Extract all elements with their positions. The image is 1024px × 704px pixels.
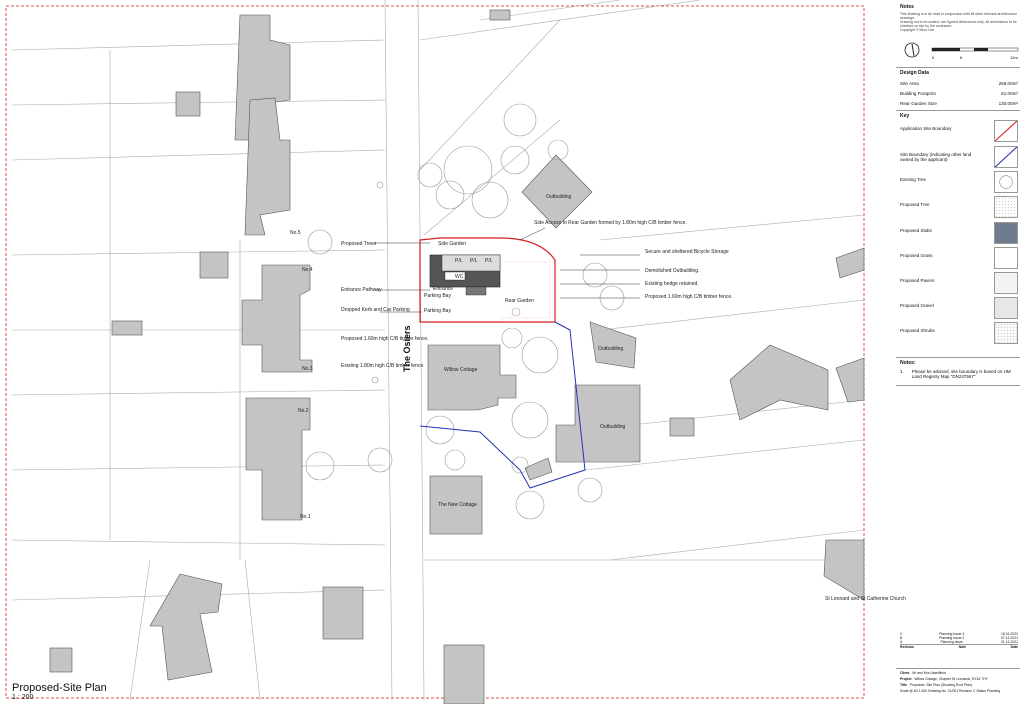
note-1: 1. Please be advised, site boundary is ba… xyxy=(900,369,1011,379)
key-other-land-boundary: Site Boundary (indicating other land own… xyxy=(900,146,1020,168)
scale-bar-12: 12m xyxy=(1010,55,1018,60)
design-data-site-area: Site Area 266.00m² xyxy=(900,81,1018,86)
general-note-2: Drawing not to be scaled; use figured di… xyxy=(900,20,1017,28)
note-proposed-trees: Proposed Trees xyxy=(341,241,377,247)
revision-header: Revision Note Date xyxy=(900,644,1018,649)
title-block: Notes This drawing is to be read in conj… xyxy=(896,0,1024,704)
scale-bar-0: 0 xyxy=(932,55,935,60)
slabs-swatch xyxy=(994,222,1018,244)
gravel-swatch xyxy=(994,297,1018,319)
hatched-garden xyxy=(500,261,551,319)
label-side-garden: Side Garden xyxy=(438,241,466,247)
proposed-tree-swatch xyxy=(994,196,1018,218)
site-plan-drawing: P/L P/L P/L WC No.5 No.4 No.3 No.2 No.1 … xyxy=(5,0,906,704)
note-proposed-fence-left: Proposed 1.60m high C/B timber fence. xyxy=(341,336,429,342)
key-proposed-shrubs: Proposed Shrubs xyxy=(900,322,1020,344)
label-no5: No.5 xyxy=(290,230,301,236)
key-proposed-slabs: Proposed Slabs xyxy=(900,222,1020,244)
label-willow-cottage: Willow Cottage xyxy=(444,367,478,373)
wc-label: WC xyxy=(455,274,464,280)
label-parking-bay-1: Parking Bay xyxy=(424,293,451,299)
note-entrance-pathway: Entrance Pathway xyxy=(341,287,382,293)
label-church: St Leonard and St Catherine Church xyxy=(825,596,906,602)
note-side-access: Side Access to Rear Garden formed by 1.8… xyxy=(534,220,687,226)
plan-title: Proposed-Site Plan xyxy=(12,682,107,694)
note-proposed-fence-right: Proposed 1.60m high C/B timber fence. xyxy=(645,294,733,300)
label-no1: No.1 xyxy=(300,514,311,520)
design-data-footprint: Building Footprint 61.00m² xyxy=(900,91,1018,96)
notes-header: Notes xyxy=(900,4,914,10)
note-existing-fence-left: Existing 1.80m high C/B timber fence. xyxy=(341,363,425,369)
grass-swatch xyxy=(994,247,1018,269)
blue-line-swatch xyxy=(994,146,1018,168)
design-data-rear-garden: Rear Garden Size 130.00m² xyxy=(900,101,1018,106)
pv-label-1: P/L xyxy=(455,258,463,264)
label-outbuilding-3: Outbuilding xyxy=(600,424,626,430)
label-parking-bay-2: Parking Bay xyxy=(424,308,451,314)
footer-row: Scale @ A3 1:200 Drawing No. 21/001 Revi… xyxy=(900,689,1001,693)
key-existing-tree: Existing Tree xyxy=(900,171,1020,193)
key-proposed-grass: Proposed Grass xyxy=(900,247,1020,269)
key-proposed-gravel: Proposed Gravel xyxy=(900,297,1020,319)
note-bicycle: Secure and sheltered Bicycle Storage xyxy=(645,249,729,255)
label-no4: No.4 xyxy=(302,267,313,273)
key-title: Key xyxy=(900,113,910,119)
notes-title: Notes: xyxy=(900,360,916,366)
label-no3: No.3 xyxy=(302,366,313,372)
general-note-3: Copyright © Miss Carr xyxy=(900,28,935,32)
general-note-1: This drawing is to be read in conjunctio… xyxy=(900,12,1017,20)
general-notes: This drawing is to be read in conjunctio… xyxy=(900,12,1018,32)
existing-tree-icon xyxy=(994,171,1018,193)
key-proposed-tree: Proposed Tree xyxy=(900,196,1020,218)
note-hedge: Existing hedge retained. xyxy=(645,281,699,287)
plan-scale: 1 : 200 xyxy=(12,694,34,701)
label-entrance: Entrance xyxy=(433,286,453,292)
north-arrow-and-scale-bar: 0 6 12m xyxy=(904,42,1018,60)
pv-label-2: P/L xyxy=(470,258,478,264)
label-outbuilding-2: Outbuilding xyxy=(598,346,624,352)
pavers-swatch xyxy=(994,272,1018,294)
label-new-cottage: The New Cottage xyxy=(438,502,477,508)
design-data-title: Design Data xyxy=(900,70,929,76)
label-outbuilding-1: Outbuilding xyxy=(546,194,572,200)
key-proposed-pavers: Proposed Pavers xyxy=(900,272,1020,294)
buildings-right xyxy=(427,154,865,704)
key-application-boundary: Application Site Boundary xyxy=(900,120,1020,142)
red-line-swatch xyxy=(994,120,1018,142)
label-no2: No.2 xyxy=(298,408,309,414)
shrubs-swatch xyxy=(994,322,1018,344)
pv-label-3: P/L xyxy=(485,258,493,264)
label-rear-garden: Rear Garden xyxy=(505,298,534,304)
note-demolished: Demolished Outbuilding. xyxy=(645,268,699,274)
revision-table: C Planning Issue 3 15.01.2022 B Planning Is… xyxy=(900,632,1018,649)
scale-bar-6: 6 xyxy=(960,55,963,60)
note-dropped-kerb: Dropped Kerb and Car Parking xyxy=(341,307,410,313)
project-info: Client Mr and Mrs Ussellfield Project Wi… xyxy=(900,670,1018,694)
